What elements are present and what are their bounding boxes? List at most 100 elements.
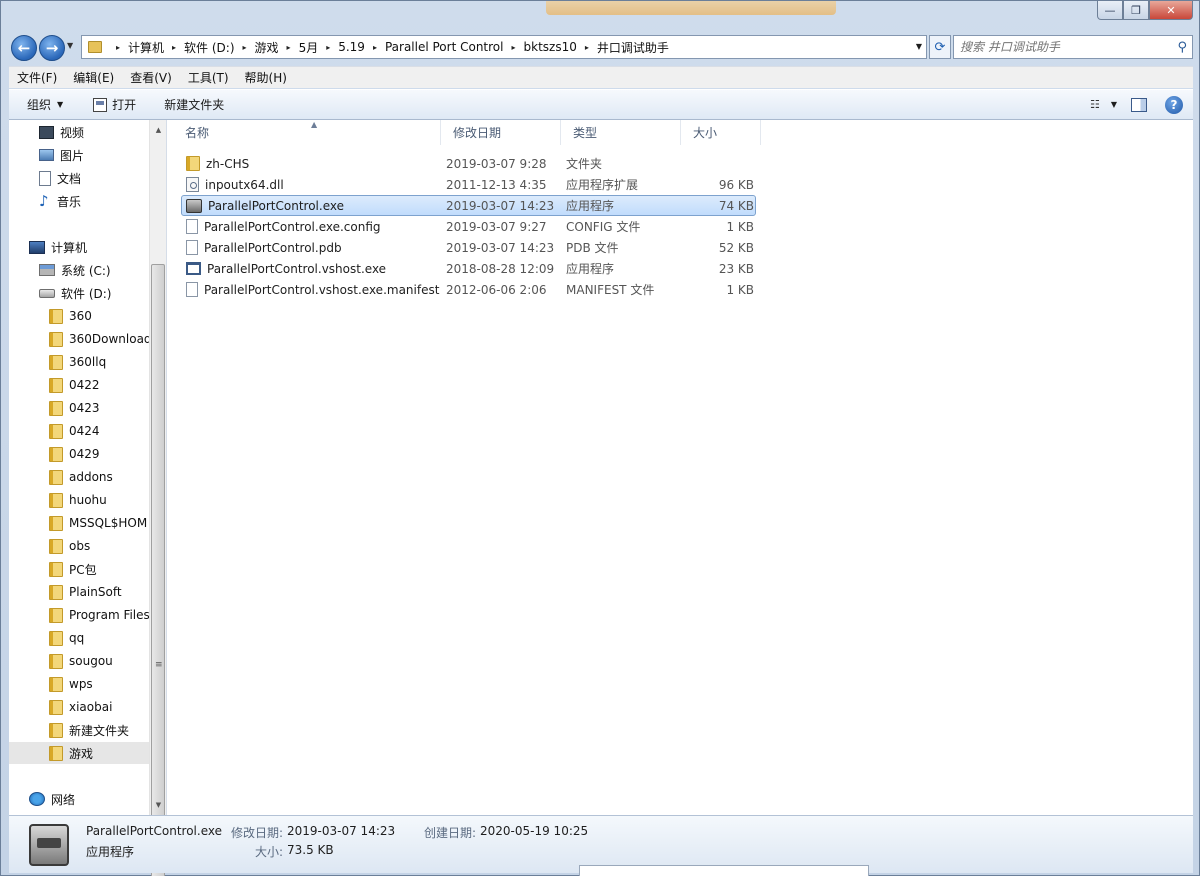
nav-item[interactable]: huohu <box>9 489 149 511</box>
nav-item[interactable]: 0424 <box>9 420 149 442</box>
column-header-name[interactable]: 名称 ▲ <box>173 120 441 145</box>
search-box[interactable]: ⚲ <box>953 35 1193 59</box>
nav-item[interactable]: PlainSoft <box>9 581 149 603</box>
nav-item[interactable]: sougou <box>9 650 149 672</box>
file-row[interactable]: inpoutx64.dll 2011-12-13 4:35 应用程序扩展 96 KB <box>181 174 756 195</box>
refresh-icon: ⟳ <box>934 39 946 55</box>
search-input[interactable] <box>960 40 1160 54</box>
breadcrumb-item[interactable]: 井口调试助手 <box>597 39 669 56</box>
breadcrumb-item[interactable]: 游戏 <box>255 39 279 56</box>
nav-item[interactable]: 文档 <box>9 167 149 189</box>
breadcrumb-separator-icon[interactable]: ▸ <box>108 43 128 52</box>
file-name-cell: ParallelPortControl.pdb <box>186 238 342 257</box>
nav-item[interactable]: qq <box>9 627 149 649</box>
maximize-button[interactable]: ❐ <box>1123 1 1149 20</box>
breadcrumb-separator-icon[interactable]: ▸ <box>503 43 523 52</box>
file-row[interactable]: ParallelPortControl.vshost.exe.manifest 2… <box>181 279 756 300</box>
help-icon[interactable]: ? <box>1165 95 1183 114</box>
breadcrumb-separator-icon[interactable]: ▸ <box>235 43 255 52</box>
folder-icon <box>49 400 63 416</box>
file-row[interactable]: ParallelPortControl.exe.config 2019-03-07… <box>181 216 756 237</box>
breadcrumb-item[interactable]: 5.19 <box>338 40 365 54</box>
new-folder-button[interactable]: 新建文件夹 <box>146 90 234 119</box>
nav-item[interactable]: PC包 <box>9 558 149 580</box>
file-row[interactable]: ParallelPortControl.vshost.exe 2018-08-28… <box>181 258 756 279</box>
menu-view[interactable]: 查看(V) <box>122 69 180 86</box>
recent-pages-dropdown-icon[interactable]: ▼ <box>67 41 73 50</box>
scrollbar-thumb[interactable]: ≡ <box>151 264 165 876</box>
close-button[interactable]: ✕ <box>1149 1 1193 20</box>
menu-help[interactable]: 帮助(H) <box>237 69 295 86</box>
minimize-button[interactable]: — <box>1097 1 1123 20</box>
address-bar[interactable]: ▸ 计算机 ▸ 软件 (D:) ▸ 游戏 ▸ 5月 ▸ 5.19 ▸ Parallel Port Co… <box>81 35 927 59</box>
nav-item[interactable]: 新建文件夹 <box>9 719 149 741</box>
menu-file[interactable]: 文件(F) <box>9 69 65 86</box>
nav-item[interactable]: addons <box>9 466 149 488</box>
nav-item[interactable]: 0422 <box>9 374 149 396</box>
scroll-up-icon[interactable]: ▲ <box>150 122 167 138</box>
navigation-scrollbar[interactable]: ▲ ≡ ▼ <box>149 120 167 876</box>
nav-item[interactable]: 系统 (C:) <box>9 259 149 281</box>
breadcrumb-separator-icon[interactable]: ▸ <box>318 43 338 52</box>
nav-item[interactable]: 游戏 <box>9 742 149 764</box>
forward-arrow-icon: → <box>45 39 59 57</box>
nav-item[interactable]: wps <box>9 673 149 695</box>
nav-item-label: obs <box>69 539 91 553</box>
breadcrumb-item[interactable]: 软件 (D:) <box>184 39 234 56</box>
organize-button[interactable]: 组织 ▼ <box>9 90 73 119</box>
preview-pane-icon[interactable] <box>1131 97 1147 112</box>
breadcrumb-item[interactable]: bktszs10 <box>524 40 577 54</box>
breadcrumb-item[interactable]: 5月 <box>299 39 319 56</box>
change-view-icon[interactable]: ☷ <box>1090 98 1100 111</box>
nav-item[interactable]: 360llq <box>9 351 149 373</box>
column-header-date[interactable]: 修改日期 <box>441 120 561 145</box>
details-created-label: 创建日期: <box>424 826 477 840</box>
file-row[interactable]: ParallelPortControl.pdb 2019-03-07 14:23 P… <box>181 237 756 258</box>
view-dropdown-icon[interactable]: ▼ <box>1111 100 1117 109</box>
scroll-down-icon[interactable]: ▼ <box>150 797 167 813</box>
folder-icon <box>49 423 63 439</box>
breadcrumb-item[interactable]: 计算机 <box>128 39 164 56</box>
menu-tools[interactable]: 工具(T) <box>180 69 237 86</box>
file-size: 23 KB <box>718 261 754 276</box>
nav-item[interactable]: 计算机 <box>9 236 149 258</box>
forward-button[interactable]: → <box>39 35 65 61</box>
search-icon[interactable]: ⚲ <box>1177 40 1187 55</box>
nav-item-label: Program Files <box>69 608 150 622</box>
nav-item[interactable]: 视频 <box>9 121 149 143</box>
menu-edit[interactable]: 编辑(E) <box>65 69 122 86</box>
file-name: ParallelPortControl.exe <box>208 198 344 213</box>
breadcrumb-separator-icon[interactable]: ▸ <box>577 43 597 52</box>
file-row[interactable]: zh-CHS 2019-03-07 9:28 文件夹 <box>181 153 756 174</box>
nav-item[interactable]: 图片 <box>9 144 149 166</box>
column-header-size[interactable]: 大小 <box>681 120 761 145</box>
nav-item[interactable]: 360 <box>9 305 149 327</box>
nav-item[interactable]: xiaobai <box>9 696 149 718</box>
breadcrumb-separator-icon[interactable]: ▸ <box>164 43 184 52</box>
background-window-peek <box>579 865 869 876</box>
open-button[interactable]: 打开 <box>73 90 146 119</box>
nav-item[interactable]: 0429 <box>9 443 149 465</box>
refresh-button[interactable]: ⟳ <box>929 35 951 59</box>
nav-item[interactable]: 360Download <box>9 328 152 350</box>
breadcrumb-separator-icon[interactable]: ▸ <box>279 43 299 52</box>
breadcrumb-separator-icon[interactable]: ▸ <box>365 43 385 52</box>
nav-item[interactable]: Program Files <box>9 604 150 626</box>
nav-item[interactable]: obs <box>9 535 149 557</box>
column-header-type[interactable]: 类型 <box>561 120 681 145</box>
nav-item-label: 0429 <box>69 447 100 461</box>
file-row[interactable]: ParallelPortControl.exe 2019-03-07 14:23 应… <box>181 195 756 216</box>
computer-icon <box>29 240 45 254</box>
nav-item[interactable]: 软件 (D:) <box>9 282 149 304</box>
breadcrumb-item[interactable]: Parallel Port Control <box>385 40 504 54</box>
nav-item[interactable]: 网络 <box>9 788 149 810</box>
back-button[interactable]: ← <box>11 35 37 61</box>
navigation-pane: 视频 图片 文档 ♪ 音乐计算机 系统 (C:) 软件 (D:) 360 360Download… <box>9 120 167 815</box>
address-dropdown-icon[interactable]: ▼ <box>916 42 922 51</box>
folder-icon <box>49 515 63 531</box>
nav-item[interactable]: 0423 <box>9 397 149 419</box>
file-type: 应用程序 <box>566 199 615 213</box>
sort-ascending-icon: ▲ <box>311 120 318 129</box>
nav-item[interactable]: ♪ 音乐 <box>9 190 149 212</box>
nav-item[interactable]: MSSQL$HOM <box>9 512 149 534</box>
